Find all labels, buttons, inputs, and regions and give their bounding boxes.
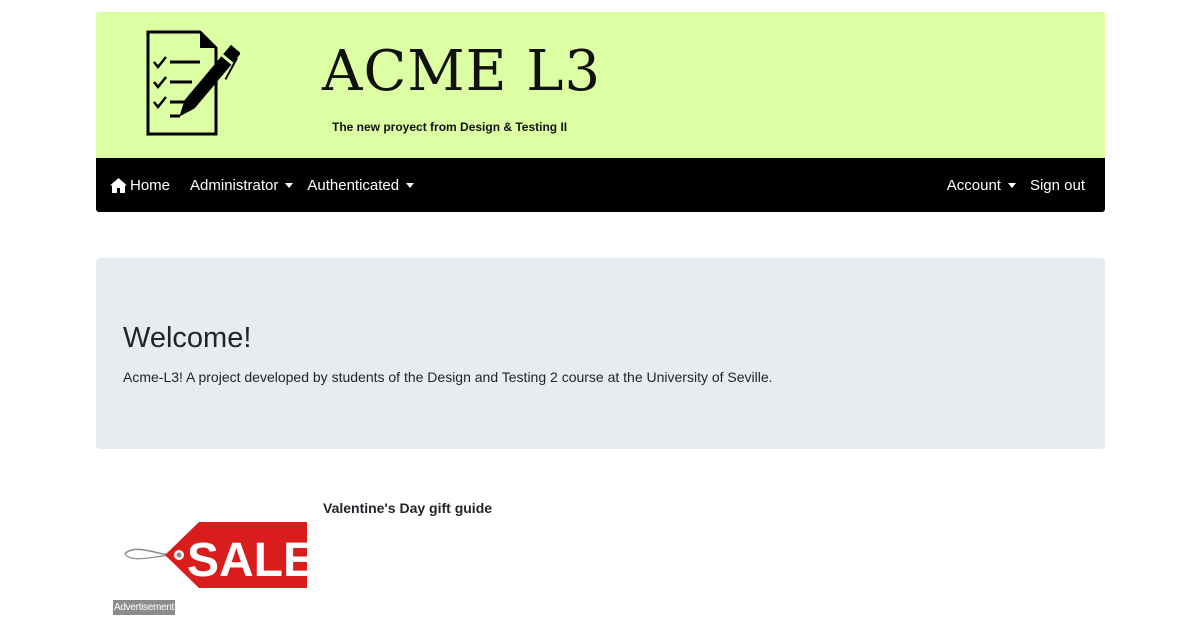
caret-down-icon (285, 183, 294, 188)
caret-down-icon (406, 183, 415, 188)
nav-sign-out-label: Sign out (1029, 176, 1085, 194)
nav-home-label: Home (130, 176, 171, 194)
checklist-pen-icon (146, 30, 240, 136)
advertisement-label: Advertisement (113, 600, 176, 615)
advertisement-title[interactable]: Valentine's Day gift guide (323, 500, 492, 516)
welcome-jumbotron: Welcome! Acme-L3! A project developed by… (96, 258, 1105, 449)
nav-administrator-dropdown[interactable]: Administrator (190, 176, 294, 194)
site-subtitle: The new proyect from Design & Testing II (332, 120, 568, 134)
nav-home-link[interactable]: Home (110, 177, 170, 194)
nav-sign-out-link[interactable]: Sign out (1030, 177, 1085, 194)
nav-account-label: Account (946, 176, 1001, 194)
main-navbar: Home Administrator Authenticated Account… (96, 158, 1105, 212)
navbar-left: Home Administrator Authenticated (110, 158, 428, 212)
nav-authenticated-dropdown[interactable]: Authenticated (307, 176, 415, 194)
nav-account-dropdown[interactable]: Account (947, 177, 1016, 194)
welcome-title: Welcome! (123, 322, 252, 354)
caret-down-icon (1007, 183, 1016, 188)
nav-authenticated-label: Authenticated (307, 176, 400, 194)
nav-administrator-label: Administrator (190, 176, 279, 194)
navbar-right: Account Sign out (933, 158, 1085, 212)
welcome-text: Acme-L3! A project developed by students… (123, 369, 773, 385)
sale-text: SALE (187, 534, 309, 587)
home-icon (110, 177, 127, 193)
site-title: ACME L3 (322, 39, 602, 104)
header-banner: ACME L3 The new proyect from Design & Te… (96, 12, 1105, 158)
sale-tag-image[interactable]: SALE (123, 520, 309, 592)
